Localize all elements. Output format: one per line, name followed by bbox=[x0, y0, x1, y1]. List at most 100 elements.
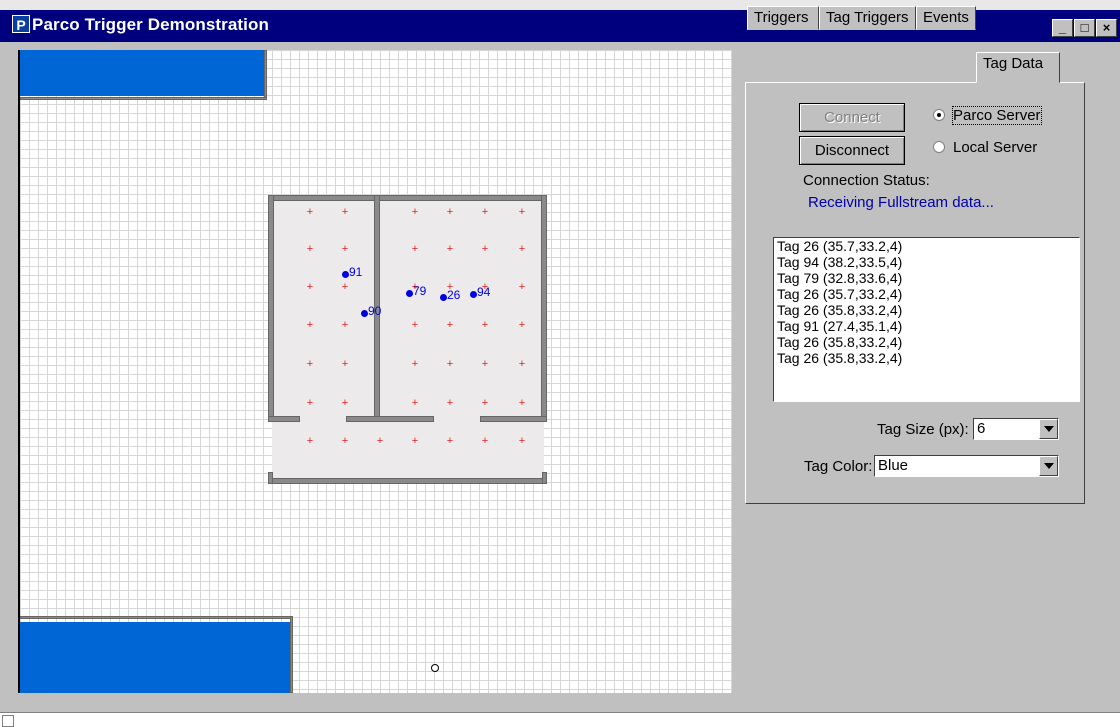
reference-marker: + bbox=[446, 358, 454, 370]
room-wall-segment bbox=[268, 416, 300, 422]
tab-triggers[interactable]: Triggers bbox=[747, 6, 819, 30]
reference-marker: + bbox=[518, 397, 526, 409]
tag-color-value: Blue bbox=[878, 457, 909, 474]
radio-dot bbox=[933, 109, 945, 121]
reference-marker: + bbox=[411, 206, 419, 218]
reference-marker: + bbox=[518, 243, 526, 255]
room-wall-bottom bbox=[268, 478, 547, 484]
connection-status-label: Connection Status: bbox=[803, 172, 930, 189]
map-block-bottom-left bbox=[20, 622, 290, 693]
app-icon: P bbox=[12, 15, 30, 33]
floor-plan-canvas[interactable]: + + + + + + + + + + + + + + + + + + + + + + + + + + + + + + + + + + + + + + + +… bbox=[18, 50, 732, 693]
tag-dot bbox=[342, 271, 349, 278]
log-row[interactable]: Tag 26 (35.8,33.2,4) bbox=[774, 302, 1079, 318]
map-wall bbox=[20, 616, 292, 619]
log-row[interactable]: Tag 91 (27.4,35.1,4) bbox=[774, 318, 1079, 334]
tag-dot bbox=[361, 310, 368, 317]
reference-marker: + bbox=[446, 397, 454, 409]
map-wall bbox=[20, 97, 267, 100]
reference-marker: + bbox=[306, 319, 314, 331]
reference-marker: + bbox=[306, 397, 314, 409]
map-block-top-left bbox=[20, 50, 264, 96]
reference-marker: + bbox=[481, 319, 489, 331]
room-wall-bottom-left-post bbox=[268, 472, 273, 484]
tag-label: 94 bbox=[477, 285, 491, 299]
reference-marker: + bbox=[481, 397, 489, 409]
reference-marker: + bbox=[518, 281, 526, 293]
reference-marker: + bbox=[411, 358, 419, 370]
log-row[interactable]: Tag 26 (35.7,33.2,4) bbox=[774, 286, 1079, 302]
room-wall-bottom-right-post bbox=[542, 472, 547, 484]
reference-marker: + bbox=[306, 358, 314, 370]
log-row[interactable]: Tag 94 (38.2,33.5,4) bbox=[774, 254, 1079, 270]
tag-data-log[interactable]: Tag 26 (35.7,33.2,4) Tag 94 (38.2,33.5,4… bbox=[773, 237, 1080, 402]
chevron-down-icon[interactable] bbox=[1039, 456, 1058, 476]
tag-size-select[interactable]: 6 bbox=[973, 418, 1059, 440]
tag-size-label: Tag Size (px): bbox=[877, 421, 969, 438]
reference-marker: + bbox=[481, 206, 489, 218]
tag-label: 79 bbox=[413, 284, 427, 298]
tag-dot bbox=[440, 294, 447, 301]
reference-marker: + bbox=[518, 435, 526, 447]
radio-label: Local Server bbox=[953, 139, 1038, 156]
reference-marker: + bbox=[341, 358, 349, 370]
tag-size-value: 6 bbox=[977, 420, 986, 437]
reference-marker: + bbox=[376, 435, 384, 447]
tag-dot bbox=[406, 290, 413, 297]
tag-dot bbox=[470, 291, 477, 298]
reference-marker: + bbox=[446, 319, 454, 331]
room-wall-segment bbox=[480, 416, 547, 422]
reference-marker: + bbox=[518, 358, 526, 370]
reference-marker: + bbox=[341, 319, 349, 331]
tab-tag-data[interactable]: Tag Data bbox=[976, 52, 1060, 83]
reference-marker: + bbox=[481, 243, 489, 255]
tab-events[interactable]: Events bbox=[916, 6, 976, 30]
minimize-button[interactable]: _ bbox=[1052, 19, 1073, 37]
reference-marker: + bbox=[518, 206, 526, 218]
log-row[interactable]: Tag 79 (32.8,33.6,4) bbox=[774, 270, 1079, 286]
room-wall-left bbox=[268, 195, 274, 422]
reference-marker: + bbox=[306, 435, 314, 447]
map-wall bbox=[290, 616, 293, 693]
reference-marker: + bbox=[341, 243, 349, 255]
radio-dot bbox=[933, 141, 945, 153]
tag-label: 91 bbox=[349, 265, 363, 279]
reference-marker: + bbox=[306, 243, 314, 255]
reference-marker: + bbox=[411, 435, 419, 447]
reference-marker: + bbox=[446, 206, 454, 218]
reference-marker: + bbox=[306, 281, 314, 293]
reference-marker: + bbox=[411, 397, 419, 409]
status-bar bbox=[0, 712, 1120, 727]
room-wall-top bbox=[268, 195, 547, 201]
reference-marker: + bbox=[481, 435, 489, 447]
window-title: Parco Trigger Demonstration bbox=[32, 15, 269, 34]
log-row[interactable]: Tag 26 (35.8,33.2,4) bbox=[774, 350, 1079, 366]
tag-label: 90 bbox=[368, 304, 382, 318]
status-bar-box bbox=[2, 715, 14, 727]
reference-marker: + bbox=[411, 319, 419, 331]
log-row[interactable]: Tag 26 (35.8,33.2,4) bbox=[774, 334, 1079, 350]
room-wall-segment bbox=[346, 416, 434, 422]
room-wall-right bbox=[541, 195, 547, 422]
close-button[interactable]: × bbox=[1096, 19, 1117, 37]
maximize-button[interactable]: □ bbox=[1074, 19, 1095, 37]
reference-marker: + bbox=[341, 206, 349, 218]
reference-marker: + bbox=[446, 435, 454, 447]
log-row[interactable]: Tag 26 (35.7,33.2,4) bbox=[774, 238, 1079, 254]
reference-marker: + bbox=[446, 243, 454, 255]
reference-marker: + bbox=[481, 358, 489, 370]
tag-label: 26 bbox=[447, 288, 461, 302]
reference-marker: + bbox=[341, 397, 349, 409]
tag-color-label: Tag Color: bbox=[804, 458, 873, 475]
reference-marker: + bbox=[306, 206, 314, 218]
connect-button[interactable]: Connect bbox=[799, 103, 905, 132]
reference-marker: + bbox=[341, 281, 349, 293]
radio-label: Parco Server bbox=[952, 106, 1042, 125]
tag-color-select[interactable]: Blue bbox=[874, 455, 1059, 477]
disconnect-button[interactable]: Disconnect bbox=[799, 136, 905, 165]
connection-status-value: Receiving Fullstream data... bbox=[808, 194, 994, 211]
chevron-down-icon[interactable] bbox=[1039, 419, 1058, 439]
reference-marker: + bbox=[411, 243, 419, 255]
tab-tag-triggers[interactable]: Tag Triggers bbox=[819, 6, 916, 30]
reference-marker: + bbox=[341, 435, 349, 447]
